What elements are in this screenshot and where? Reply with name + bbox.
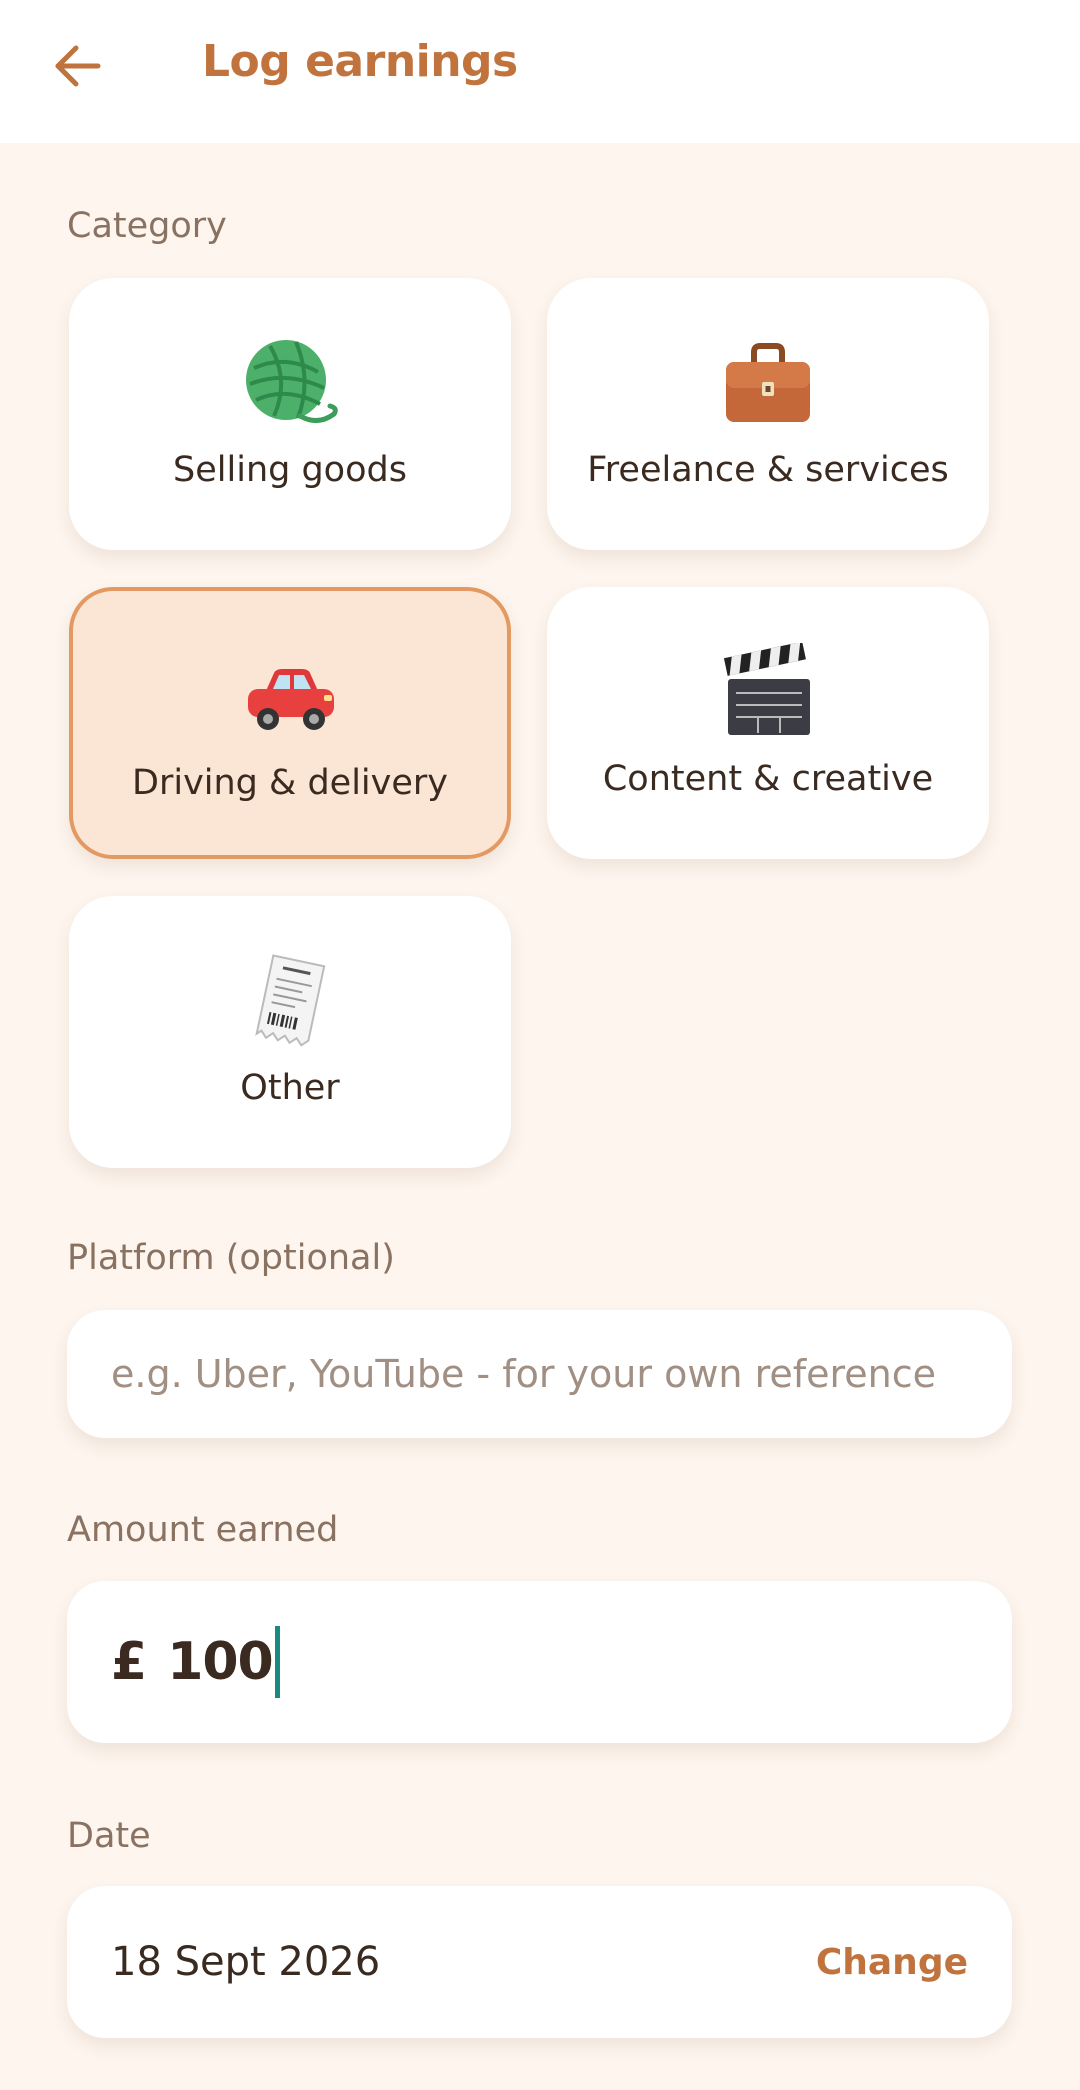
category-card-other[interactable]: Other xyxy=(69,896,511,1168)
text-caret xyxy=(274,1626,280,1698)
date-label: Date xyxy=(67,1816,151,1856)
category-card-label: Driving & delivery xyxy=(132,763,448,803)
category-card-content-creative[interactable]: Content & creative xyxy=(547,587,989,859)
yarn-ball-icon xyxy=(240,334,340,434)
page-title: Log earnings xyxy=(202,36,518,87)
date-field: 18 Sept 2026 Change xyxy=(67,1886,1012,2038)
briefcase-icon xyxy=(718,334,818,434)
category-card-freelance-services[interactable]: Freelance & services xyxy=(547,278,989,550)
category-card-label: Content & creative xyxy=(602,759,934,799)
receipt-icon xyxy=(240,952,340,1052)
category-card-selling-goods[interactable]: Selling goods xyxy=(69,278,511,550)
amount-field[interactable]: £ 100 xyxy=(67,1581,1012,1743)
car-icon xyxy=(240,647,340,747)
category-card-label: Selling goods xyxy=(173,450,407,490)
back-button[interactable] xyxy=(42,30,114,102)
category-card-label: Freelance & services xyxy=(587,450,949,490)
currency-symbol: £ xyxy=(111,1632,148,1692)
category-card-driving-delivery[interactable]: Driving & delivery xyxy=(69,587,511,859)
date-value: 18 Sept 2026 xyxy=(111,1939,381,1985)
platform-field xyxy=(67,1310,1012,1438)
platform-input[interactable] xyxy=(67,1310,1012,1438)
change-date-button[interactable]: Change xyxy=(816,1942,968,1983)
amount-label: Amount earned xyxy=(67,1510,339,1550)
clapper-board-icon xyxy=(718,643,818,743)
amount-input-value[interactable]: 100 xyxy=(167,1632,274,1692)
category-label: Category xyxy=(67,206,227,246)
platform-label: Platform (optional) xyxy=(67,1238,395,1278)
app-header: Log earnings xyxy=(0,0,1080,143)
category-card-label: Other xyxy=(240,1068,340,1108)
arrow-left-icon xyxy=(55,45,101,87)
